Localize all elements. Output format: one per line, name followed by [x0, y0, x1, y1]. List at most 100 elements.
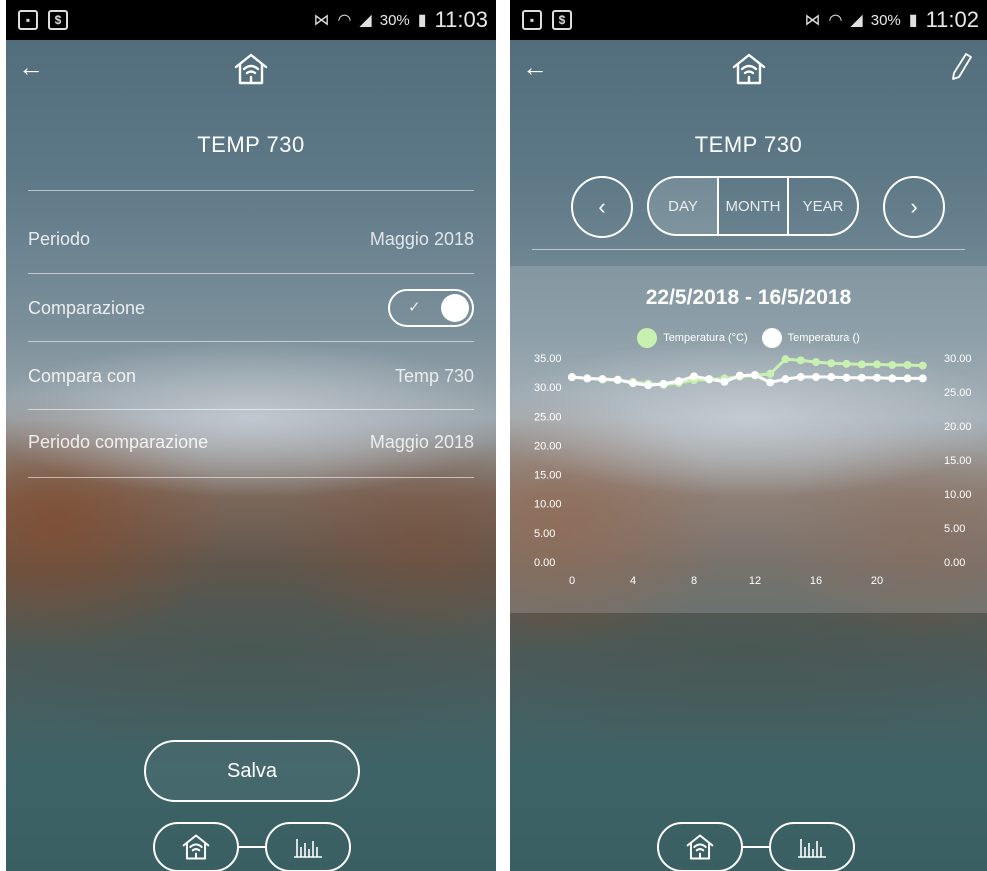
series-2-point [766, 378, 775, 387]
nav-chart-button[interactable] [769, 822, 855, 871]
arrow-left-icon[interactable]: ← [18, 54, 44, 80]
app-notification-icon: $ [48, 10, 68, 30]
series-2-point [918, 374, 927, 383]
series-2-point [705, 375, 714, 384]
settings-row-comparazione: Comparazione ✓ [28, 274, 474, 342]
series-2-point [796, 373, 805, 382]
series-2-point [735, 371, 744, 380]
chevron-right-icon: › [910, 194, 918, 219]
chart-panel: 22/5/2018 - 16/5/2018 Temperatura (°C) T… [510, 266, 987, 613]
series-2-point [720, 377, 729, 386]
settings-row-compara-con[interactable]: Compara con Temp 730 [28, 342, 474, 410]
series-2-point [857, 373, 866, 382]
series-1-point [796, 356, 805, 365]
period-selector: DAY MONTH YEAR [647, 176, 859, 236]
nav-connector [239, 846, 265, 848]
next-period-button[interactable]: › [883, 176, 945, 238]
line-chart: 0.00 5.00 10.00 15.00 20.00 25.00 30.00 35.00 0.… [534, 353, 972, 587]
series-2-point [598, 375, 607, 384]
series-1-point [766, 369, 775, 378]
signal-icon: ◢ [850, 12, 863, 29]
series-1-point [857, 360, 866, 369]
arrow-left-icon[interactable]: ← [522, 54, 548, 80]
app-header: ← [510, 40, 987, 100]
y-left-tick-label: 30.00 [534, 382, 562, 394]
nav-home-button[interactable] [153, 822, 239, 871]
series-2-point [827, 373, 836, 382]
y-left-tick-label: 0.00 [534, 557, 555, 569]
series-2-point [888, 374, 897, 383]
y-left-tick-label: 5.00 [534, 528, 555, 540]
check-icon: ✓ [408, 299, 421, 316]
mute-icon: ⋈ [804, 12, 821, 29]
signal-icon: ◢ [359, 12, 372, 29]
battery-icon: ▮ [417, 12, 427, 29]
series-2-point [674, 377, 683, 386]
previous-period-button[interactable]: ‹ [571, 176, 633, 238]
wifi-icon: ◠ [828, 12, 843, 29]
series-1-point [903, 360, 912, 369]
row-label: Periodo [28, 228, 91, 249]
home-wifi-icon[interactable] [233, 52, 269, 91]
series-2-point [873, 373, 881, 382]
settings-row-periodo-comparazione[interactable]: Periodo comparazione Maggio 2018 [28, 408, 474, 476]
series-2-point [903, 374, 912, 383]
nav-connector [743, 846, 769, 848]
toggle-knob [441, 294, 469, 322]
series-2-point [629, 379, 637, 388]
series-2-point [613, 375, 622, 384]
series-2-point [583, 374, 592, 383]
y-right-tick-label: 0.00 [944, 557, 965, 569]
gallery-notification-icon: ▪ [522, 10, 542, 30]
nav-chart-button[interactable] [265, 822, 351, 871]
y-left-tick-label: 10.00 [534, 499, 562, 511]
battery-icon: ▮ [908, 12, 918, 29]
row-value: Maggio 2018 [369, 431, 474, 452]
x-tick-label: 0 [569, 575, 575, 587]
series-2-point [812, 373, 820, 382]
right-screen: ▪ $ ⋈ ◠ ◢ 30% ▮ 11:02 ← TEMP 730 ‹ DAY M… [510, 0, 987, 871]
settings-row-periodo[interactable]: Periodo Maggio 2018 [28, 205, 474, 273]
bottom-nav [510, 822, 987, 871]
clock: 11:02 [925, 7, 979, 32]
nav-home-button[interactable] [657, 822, 743, 871]
y-right-tick-label: 25.00 [944, 387, 972, 399]
bar-chart-icon [798, 839, 826, 858]
row-value: Temp 730 [394, 365, 474, 386]
pencil-icon[interactable] [951, 52, 973, 85]
x-tick-label: 12 [749, 575, 761, 587]
wifi-icon: ◠ [337, 12, 352, 29]
segment-year[interactable]: YEAR [787, 178, 857, 234]
home-wifi-icon [686, 834, 714, 860]
series-1-point [918, 361, 927, 370]
series-1-point [812, 358, 820, 367]
comparazione-toggle[interactable]: ✓ [388, 289, 474, 327]
y-right-tick-label: 30.00 [944, 353, 972, 365]
x-tick-label: 20 [871, 575, 883, 587]
series-1-point [873, 360, 881, 369]
series-2-point [751, 371, 759, 379]
segment-month[interactable]: MONTH [717, 178, 787, 234]
divider [28, 477, 474, 478]
row-label: Periodo comparazione [28, 431, 209, 452]
status-bar: ▪ $ ⋈ ◠ ◢ 30% ▮ 11:03 [6, 0, 496, 40]
x-tick-label: 8 [691, 575, 697, 587]
y-right-tick-label: 10.00 [944, 489, 972, 501]
bar-chart-icon [294, 839, 322, 858]
series-1-point [827, 359, 836, 368]
x-tick-label: 16 [810, 575, 822, 587]
y-left-tick-label: 35.00 [534, 353, 562, 365]
save-button[interactable]: Salva [144, 740, 360, 802]
y-left-tick-label: 25.00 [534, 411, 562, 423]
segment-day[interactable]: DAY [649, 178, 717, 234]
bottom-nav [6, 822, 496, 871]
y-right-tick-label: 15.00 [944, 455, 972, 467]
home-wifi-icon[interactable] [731, 52, 767, 91]
app-header: ← [6, 40, 496, 100]
series-line-2 [571, 373, 923, 387]
mute-icon: ⋈ [313, 12, 330, 29]
y-right-tick-label: 5.00 [944, 523, 965, 535]
divider [28, 190, 474, 191]
app-notification-icon: $ [552, 10, 572, 30]
series-2-point [842, 373, 851, 382]
